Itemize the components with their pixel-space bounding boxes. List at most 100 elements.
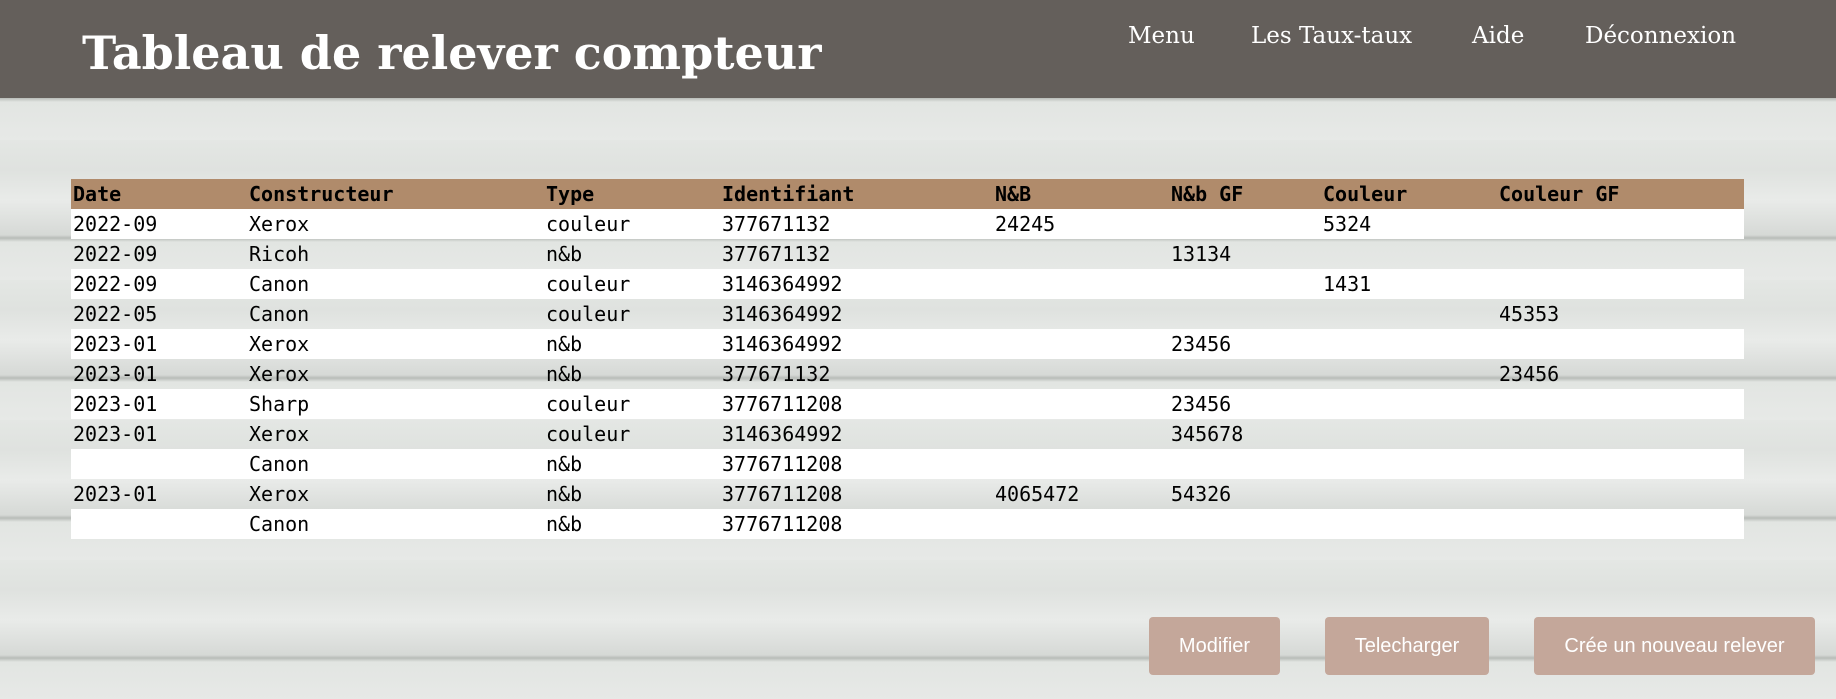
cell-couleur-gf [1497, 389, 1744, 419]
cell-identifiant: 377671132 [722, 242, 831, 266]
cell-type: couleur [546, 212, 631, 236]
cell-couleur-gf [1497, 449, 1744, 479]
cell-date: 2023-01 [73, 392, 158, 416]
cell-couleur [1321, 329, 1497, 359]
cell-constructeur: Canon [249, 272, 310, 296]
cell-nb [993, 239, 1169, 269]
cell-date: 2023-01 [73, 482, 158, 506]
cell-couleur-gf [1497, 479, 1744, 509]
cell-constructeur: Xerox [249, 362, 310, 386]
cell-identifiant: 3776711208 [722, 392, 843, 416]
cell-nb [993, 329, 1169, 359]
cell-couleur [1321, 449, 1497, 479]
cell-date: 2022-09 [73, 272, 158, 296]
cell-type: couleur [546, 302, 631, 326]
column-header-couleur: Couleur [1323, 182, 1408, 206]
cell-constructeur: Xerox [249, 212, 310, 236]
cell-type: n&b [546, 242, 583, 266]
cell-date [71, 449, 247, 479]
cell-couleur [1321, 419, 1497, 449]
cell-identifiant: 3146364992 [722, 422, 843, 446]
modify-button[interactable]: Modifier [1149, 617, 1280, 675]
cell-couleur [1321, 239, 1497, 269]
nav-taux-link[interactable]: Les Taux-taux [1251, 20, 1412, 52]
table-row[interactable]: 2023-01 Xerox n&b 3146364992 23456 [71, 329, 1744, 359]
releve-table-container: Date Constructeur Type Identifiant N&B N&b GF… [71, 179, 1744, 539]
column-header-nb-gf: N&b GF [1171, 182, 1244, 206]
cell-identifiant: 3776711208 [722, 512, 843, 536]
create-releve-button[interactable]: Crée un nouveau relever [1534, 617, 1815, 675]
cell-nb-gf: 23456 [1171, 392, 1232, 416]
cell-type: n&b [546, 332, 583, 356]
cell-identifiant: 3776711208 [722, 452, 843, 476]
cell-constructeur: Canon [249, 512, 310, 536]
nav-aide-link[interactable]: Aide [1472, 20, 1524, 52]
cell-identifiant: 3776711208 [722, 482, 843, 506]
cell-nb-gf [1169, 269, 1321, 299]
top-bar: Tableau de relever compteur Menu Les Tau… [0, 0, 1836, 98]
table-row[interactable]: 2023-01 Sharp couleur 3776711208 23456 [71, 389, 1744, 419]
nav-deconnexion-link[interactable]: Déconnexion [1585, 20, 1736, 52]
cell-nb: 4065472 [995, 482, 1080, 506]
cell-nb-gf: 13134 [1171, 242, 1232, 266]
cell-identifiant: 3146364992 [722, 302, 843, 326]
nav-menu-link[interactable]: Menu [1128, 20, 1195, 52]
cell-date [71, 509, 247, 539]
table-header-row: Date Constructeur Type Identifiant N&B N&b GF… [71, 179, 1744, 209]
page-title: Tableau de relever compteur [82, 26, 822, 80]
cell-type: n&b [546, 482, 583, 506]
cell-constructeur: Xerox [249, 482, 310, 506]
cell-nb [993, 269, 1169, 299]
cell-nb-gf: 345678 [1171, 422, 1244, 446]
cell-nb-gf: 23456 [1171, 332, 1232, 356]
cell-nb [993, 509, 1169, 539]
cell-constructeur: Canon [249, 452, 310, 476]
cell-nb-gf: 54326 [1171, 482, 1232, 506]
cell-date: 2022-09 [73, 212, 158, 236]
cell-couleur-gf [1497, 269, 1744, 299]
column-header-date: Date [73, 182, 122, 206]
cell-nb [993, 359, 1169, 389]
cell-nb-gf [1169, 209, 1321, 239]
cell-couleur [1321, 479, 1497, 509]
cell-identifiant: 377671132 [722, 212, 831, 236]
table-row[interactable]: 2022-05 Canon couleur 3146364992 45353 [71, 299, 1744, 329]
table-row[interactable]: 2023-01 Xerox n&b 377671132 23456 [71, 359, 1744, 389]
table-row[interactable]: 2022-09 Xerox couleur 377671132 24245 5324 [71, 209, 1744, 239]
table-row[interactable]: 2023-01 Xerox couleur 3146364992 345678 [71, 419, 1744, 449]
cell-couleur: 1431 [1323, 272, 1372, 296]
cell-nb-gf [1169, 359, 1321, 389]
cell-couleur [1321, 299, 1497, 329]
cell-nb-gf [1169, 449, 1321, 479]
column-header-type: Type [546, 182, 595, 206]
column-header-nb: N&B [995, 182, 1032, 206]
releve-table: Date Constructeur Type Identifiant N&B N&b GF… [71, 179, 1744, 539]
cell-couleur-gf [1497, 509, 1744, 539]
cell-constructeur: Xerox [249, 332, 310, 356]
table-row[interactable]: 2022-09 Canon couleur 3146364992 1431 [71, 269, 1744, 299]
download-button[interactable]: Telecharger [1325, 617, 1489, 675]
cell-couleur [1321, 389, 1497, 419]
table-row[interactable]: 2022-09 Ricoh n&b 377671132 13134 [71, 239, 1744, 269]
cell-date: 2022-09 [73, 242, 158, 266]
cell-couleur-gf: 45353 [1499, 302, 1560, 326]
column-header-couleur-gf: Couleur GF [1499, 182, 1620, 206]
table-row[interactable]: Canon n&b 3776711208 [71, 449, 1744, 479]
cell-nb: 24245 [995, 212, 1056, 236]
table-row[interactable]: 2023-01 Xerox n&b 3776711208 4065472 54326 [71, 479, 1744, 509]
cell-constructeur: Ricoh [249, 242, 310, 266]
cell-type: n&b [546, 512, 583, 536]
cell-date: 2023-01 [73, 422, 158, 446]
cell-couleur-gf [1497, 329, 1744, 359]
cell-couleur-gf [1497, 209, 1744, 239]
cell-nb-gf [1169, 299, 1321, 329]
cell-type: couleur [546, 392, 631, 416]
cell-date: 2023-01 [73, 362, 158, 386]
column-header-identifiant: Identifiant [722, 182, 855, 206]
cell-type: n&b [546, 362, 583, 386]
cell-nb [993, 299, 1169, 329]
cell-nb [993, 449, 1169, 479]
cell-type: n&b [546, 452, 583, 476]
table-row[interactable]: Canon n&b 3776711208 [71, 509, 1744, 539]
cell-couleur-gf: 23456 [1499, 362, 1560, 386]
